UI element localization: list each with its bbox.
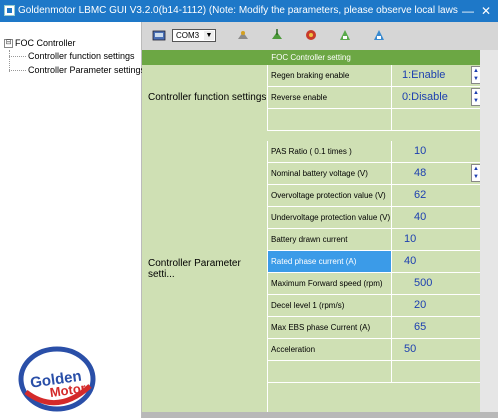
dropdown-arrow-icon[interactable]: ▼ xyxy=(204,31,214,40)
param-label: Max EBS phase Current (A) xyxy=(268,317,392,338)
param-value[interactable]: 10 xyxy=(392,229,480,250)
save-icon[interactable] xyxy=(338,28,352,42)
param-value-dropdown[interactable]: 1:Enable ▲ ▼ xyxy=(392,65,481,86)
param-value[interactable]: 62 xyxy=(392,185,480,206)
param-label: Overvoltage protection value (V) xyxy=(268,185,392,206)
param-value[interactable]: 65 xyxy=(392,317,480,338)
tree-connector xyxy=(9,56,26,57)
param-label: Undervoltage protection value (V) xyxy=(268,207,392,228)
open-icon[interactable] xyxy=(372,28,386,42)
app-icon xyxy=(4,5,15,16)
read-icon[interactable] xyxy=(270,28,284,42)
param-row-reverse-enable[interactable]: Reverse enable 0:Disable ▲ ▼ xyxy=(268,87,481,109)
param-row-rated-phase-current[interactable]: Rated phase current (A) 40 xyxy=(268,251,480,273)
param-row-acceleration[interactable]: Acceleration 50 xyxy=(268,339,480,361)
param-value-dropdown[interactable]: 48 ▲ ▼ xyxy=(392,163,481,184)
param-value xyxy=(392,361,480,382)
close-button[interactable]: ✕ xyxy=(478,0,494,22)
main-panel: COM3 ▼ FOC Controller setting Controller… xyxy=(142,22,498,418)
param-value[interactable]: 50 xyxy=(392,339,480,360)
tree-root-label: FOC Controller xyxy=(15,38,76,48)
param-row-empty xyxy=(268,109,480,131)
param-value xyxy=(392,109,480,130)
param-label: Rated phase current (A) xyxy=(268,251,392,272)
param-value[interactable]: 40 xyxy=(392,207,480,228)
param-value[interactable]: 500 xyxy=(392,273,480,294)
collapse-icon[interactable]: ⊟ xyxy=(4,39,13,49)
param-value[interactable]: 10 xyxy=(392,141,480,162)
tree-item-controller-function-settings[interactable]: Controller function settings xyxy=(28,51,135,61)
param-row-pas-ratio[interactable]: PAS Ratio ( 0.1 times ) 10 xyxy=(268,141,480,163)
golden-motor-logo: Golden Motor xyxy=(18,346,96,412)
tree-root-foc-controller[interactable]: ⊟ FOC Controller xyxy=(4,38,76,49)
vertical-scrollbar[interactable] xyxy=(480,50,498,412)
param-row-undervoltage[interactable]: Undervoltage protection value (V) 40 xyxy=(268,207,480,229)
section-controller-parameter-settings: Controller Parameter setti... xyxy=(142,141,268,412)
connect-icon[interactable] xyxy=(236,28,250,42)
tree-connector xyxy=(9,50,10,72)
minimize-button[interactable]: — xyxy=(460,0,476,22)
section-controller-function-settings: Controller function settings xyxy=(142,65,268,131)
param-row-nominal-battery-voltage[interactable]: Nominal battery voltage (V) 48 ▲ ▼ xyxy=(268,163,481,185)
param-row-battery-drawn-current[interactable]: Battery drawn current 10 xyxy=(268,229,480,251)
grid-header: FOC Controller setting xyxy=(142,50,480,65)
param-row-max-forward-speed[interactable]: Maximum Forward speed (rpm) 500 xyxy=(268,273,480,295)
section-title: Controller function settings xyxy=(148,92,267,103)
param-row-regen-braking[interactable]: Regen braking enable 1:Enable ▲ ▼ xyxy=(268,65,481,87)
param-label: Battery drawn current xyxy=(268,229,392,250)
sidebar-tree: ⊟ FOC Controller Controller function sett… xyxy=(0,22,145,418)
param-row-overvoltage[interactable]: Overvoltage protection value (V) 62 xyxy=(268,185,480,207)
tree-item-controller-parameter-settings[interactable]: Controller Parameter settings xyxy=(28,65,145,75)
write-icon[interactable] xyxy=(304,28,318,42)
param-label: Regen braking enable xyxy=(268,65,392,86)
param-row-decel-level-1[interactable]: Decel level 1 (rpm/s) 20 xyxy=(268,295,480,317)
com-port-select[interactable]: COM3 ▼ xyxy=(172,29,216,42)
param-label: PAS Ratio ( 0.1 times ) xyxy=(268,141,392,162)
param-label: Decel level 1 (rpm/s) xyxy=(268,295,392,316)
parameter-grid: FOC Controller setting Controller functi… xyxy=(142,50,481,412)
param-value[interactable]: 20 xyxy=(392,295,480,316)
param-label: Acceleration xyxy=(268,339,392,360)
param-value: 1:Enable xyxy=(402,69,446,81)
tree-connector xyxy=(9,70,26,71)
param-value: 0:Disable xyxy=(402,91,448,103)
param-label xyxy=(268,109,392,130)
serial-port-icon[interactable] xyxy=(152,28,166,42)
param-label: Reverse enable xyxy=(268,87,392,108)
param-label: Nominal battery voltage (V) xyxy=(268,163,392,184)
param-value: 48 xyxy=(414,167,427,179)
toolbar: COM3 ▼ xyxy=(142,22,498,51)
com-port-value: COM3 xyxy=(176,31,200,40)
param-row-max-ebs-phase-current[interactable]: Max EBS phase Current (A) 65 xyxy=(268,317,480,339)
section-title: Controller Parameter setti... xyxy=(148,258,241,280)
param-label: Maximum Forward speed (rpm) xyxy=(268,273,392,294)
window-title: Goldenmotor LBMC GUI V3.2.0(b14-1112) (N… xyxy=(18,5,458,16)
param-value[interactable]: 40 xyxy=(392,251,480,272)
param-row-empty xyxy=(268,361,480,383)
param-label xyxy=(268,361,392,382)
param-value-dropdown[interactable]: 0:Disable ▲ ▼ xyxy=(392,87,481,108)
window-titlebar: Goldenmotor LBMC GUI V3.2.0(b14-1112) (N… xyxy=(0,0,498,22)
